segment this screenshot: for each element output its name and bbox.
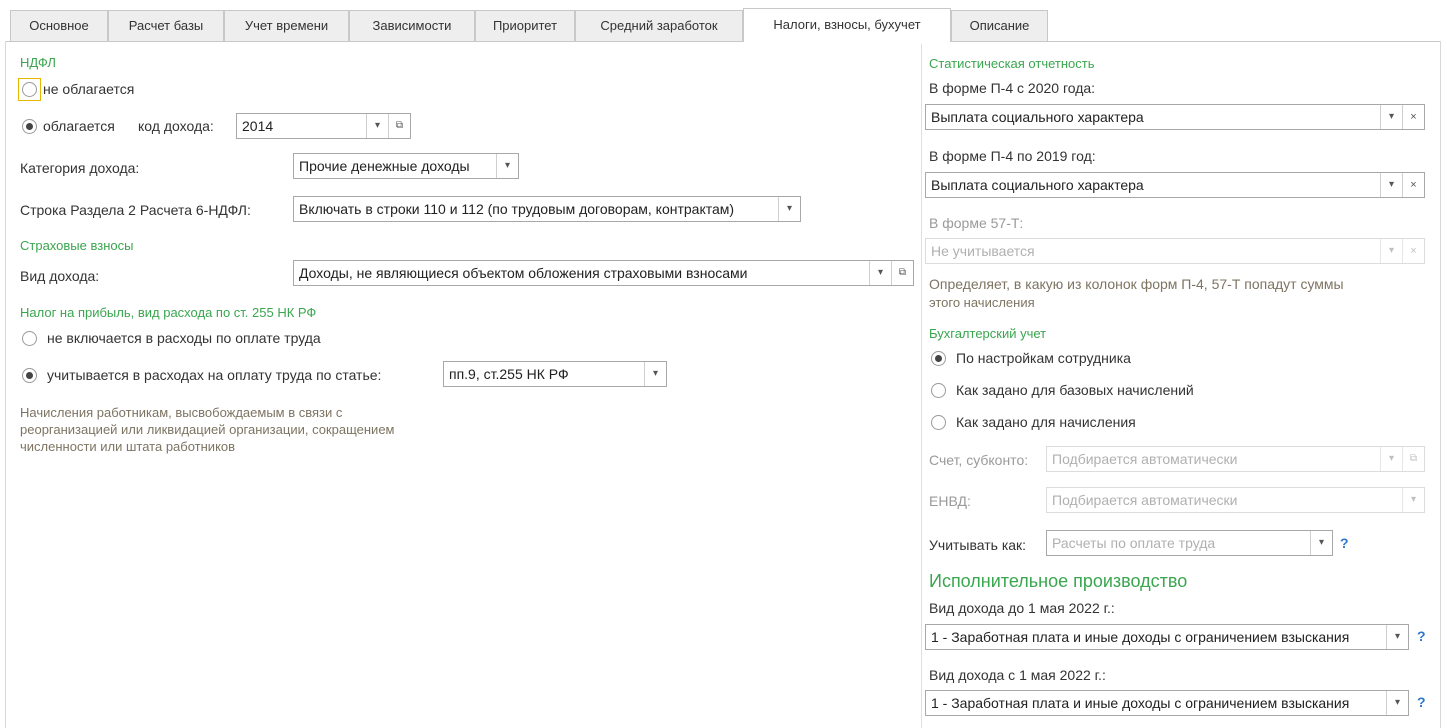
profit-tax-article-field[interactable]: пп.9, ст.255 НК РФ ▾ (443, 361, 667, 387)
accounting-employee-radio[interactable] (931, 351, 946, 366)
open-icon: ⧉ (1402, 447, 1424, 471)
clear-icon[interactable]: × (1402, 105, 1424, 129)
accounting-section-title: Бухгалтерский учет (929, 326, 1047, 341)
profit-tax-included-radio[interactable] (22, 368, 37, 383)
income-code-field[interactable]: 2014 ▾ ⧉ (236, 113, 411, 139)
accounting-employee-label: По настройкам сотрудника (956, 350, 1131, 366)
chevron-down-icon: ▾ (1402, 488, 1424, 512)
f57t-value: Не учитывается (931, 243, 1035, 259)
p4-2020-label: В форме П-4 с 2020 года: (929, 80, 1096, 96)
enforcement-after-value: 1 - Заработная плата и иные доходы с огр… (931, 695, 1350, 711)
p4-2019-value: Выплата социального характера (931, 177, 1144, 193)
tab-dependencies[interactable]: Зависимости (349, 10, 475, 41)
consider-as-field[interactable]: Расчеты по оплате труда ▾ (1046, 530, 1333, 556)
insurance-income-type-value: Доходы, не являющиеся объектом обложения… (299, 265, 748, 281)
tab-priority[interactable]: Приоритет (475, 10, 575, 41)
line-6ndfl-field[interactable]: Включать в строки 110 и 112 (по трудовым… (293, 196, 801, 222)
chevron-down-icon[interactable]: ▾ (1380, 105, 1402, 129)
accounting-base-radio[interactable] (931, 383, 946, 398)
accounting-accrual-radio[interactable] (931, 415, 946, 430)
enforcement-section-title: Исполнительное производство (929, 571, 1188, 591)
tab-base-calc[interactable]: Расчет базы (108, 10, 224, 41)
accounting-base-label: Как задано для базовых начислений (956, 382, 1194, 398)
consider-as-label: Учитывать как: (929, 537, 1027, 553)
insurance-section-title: Страховые взносы (20, 238, 134, 253)
chevron-down-icon[interactable]: ▾ (366, 114, 388, 138)
chevron-down-icon: ▾ (1380, 447, 1402, 471)
open-icon[interactable]: ⧉ (388, 114, 410, 138)
income-category-field[interactable]: Прочие денежные доходы ▾ (293, 153, 519, 179)
enforcement-after-label: Вид дохода с 1 мая 2022 г.: (929, 667, 1106, 683)
chevron-down-icon[interactable]: ▾ (869, 261, 891, 285)
ndfl-taxed-label: облагается (43, 118, 115, 134)
chevron-down-icon: ▾ (1380, 239, 1402, 263)
help-icon[interactable]: ? (1340, 535, 1349, 551)
panel-border-left (5, 41, 6, 728)
account-subconto-value: Подбирается автоматически (1052, 451, 1238, 467)
p4-2020-value: Выплата социального характера (931, 109, 1144, 125)
line-6ndfl-value: Включать в строки 110 и 112 (по трудовым… (299, 201, 735, 217)
profit-tax-hint-line3: численности или штата работников (20, 439, 236, 454)
p4-2019-label: В форме П-4 по 2019 год: (929, 148, 1096, 164)
tab-average-earnings[interactable]: Средний заработок (575, 10, 743, 41)
envd-value: Подбирается автоматически (1052, 492, 1238, 508)
profit-tax-hint-line1: Начисления работникам, высвобождаемым в … (20, 405, 343, 420)
ndfl-section-title: НДФЛ (20, 55, 56, 70)
insurance-income-type-field[interactable]: Доходы, не являющиеся объектом обложения… (293, 260, 914, 286)
tab-main[interactable]: Основное (10, 10, 108, 41)
chevron-down-icon[interactable]: ▾ (1310, 531, 1332, 555)
income-code-label: код дохода: (138, 118, 214, 134)
ndfl-not-taxed-label: не облагается (43, 81, 135, 97)
profit-tax-not-included-label: не включается в расходы по оплате труда (47, 330, 321, 346)
envd-label: ЕНВД: (929, 493, 971, 509)
income-category-value: Прочие денежные доходы (299, 158, 470, 174)
accounting-accrual-label: Как задано для начисления (956, 414, 1136, 430)
account-subconto-field: Подбирается автоматически ▾ ⧉ (1046, 446, 1425, 472)
chevron-down-icon[interactable]: ▾ (1380, 173, 1402, 197)
tab-time-tracking[interactable]: Учет времени (224, 10, 349, 41)
income-code-value: 2014 (242, 118, 274, 134)
statistics-hint-line1: Определяет, в какую из колонок форм П-4,… (929, 276, 1344, 292)
enforcement-after-field[interactable]: 1 - Заработная плата и иные доходы с огр… (925, 690, 1409, 716)
clear-icon: × (1402, 239, 1424, 263)
enforcement-before-value: 1 - Заработная плата и иные доходы с огр… (931, 629, 1350, 645)
chevron-down-icon[interactable]: ▾ (1386, 625, 1408, 649)
tab-bar: Основное Расчет базы Учет времени Зависи… (0, 0, 1447, 42)
tab-taxes[interactable]: Налоги, взносы, бухучет (743, 8, 951, 42)
chevron-down-icon[interactable]: ▾ (496, 154, 518, 178)
panel-border-right (1440, 41, 1441, 728)
consider-as-value: Расчеты по оплате труда (1052, 535, 1216, 551)
p4-2019-field[interactable]: Выплата социального характера ▾ × (925, 172, 1425, 198)
column-divider (921, 44, 922, 728)
profit-tax-section-title: Налог на прибыль, вид расхода по ст. 255… (20, 305, 317, 320)
chevron-down-icon[interactable]: ▾ (644, 362, 666, 386)
ndfl-taxed-radio[interactable] (22, 119, 37, 134)
statistics-section-title: Статистическая отчетность (929, 56, 1095, 71)
help-icon[interactable]: ? (1417, 694, 1426, 710)
profit-tax-article-value: пп.9, ст.255 НК РФ (449, 366, 569, 382)
clear-icon[interactable]: × (1402, 173, 1424, 197)
p4-2020-field[interactable]: Выплата социального характера ▾ × (925, 104, 1425, 130)
f57t-label: В форме 57-Т: (929, 215, 1024, 231)
line-6ndfl-label: Строка Раздела 2 Расчета 6-НДФЛ: (20, 202, 251, 218)
tab-underline (5, 41, 1441, 42)
ndfl-not-taxed-radio[interactable] (22, 82, 37, 97)
chevron-down-icon[interactable]: ▾ (778, 197, 800, 221)
envd-field: Подбирается автоматически ▾ (1046, 487, 1425, 513)
statistics-hint-line2: этого начисления (929, 295, 1035, 310)
chevron-down-icon[interactable]: ▾ (1386, 691, 1408, 715)
tab-description[interactable]: Описание (951, 10, 1048, 41)
open-icon[interactable]: ⧉ (891, 261, 913, 285)
income-category-label: Категория дохода: (20, 160, 140, 176)
help-icon[interactable]: ? (1417, 628, 1426, 644)
profit-tax-not-included-radio[interactable] (22, 331, 37, 346)
profit-tax-hint-line2: реорганизацией или ликвидацией организац… (20, 422, 395, 437)
enforcement-before-label: Вид дохода до 1 мая 2022 г.: (929, 600, 1115, 616)
insurance-income-type-label: Вид дохода: (20, 268, 100, 284)
f57t-field: Не учитывается ▾ × (925, 238, 1425, 264)
enforcement-before-field[interactable]: 1 - Заработная плата и иные доходы с огр… (925, 624, 1409, 650)
account-subconto-label: Счет, субконто: (929, 452, 1029, 468)
profit-tax-included-label: учитывается в расходах на оплату труда п… (47, 367, 382, 383)
